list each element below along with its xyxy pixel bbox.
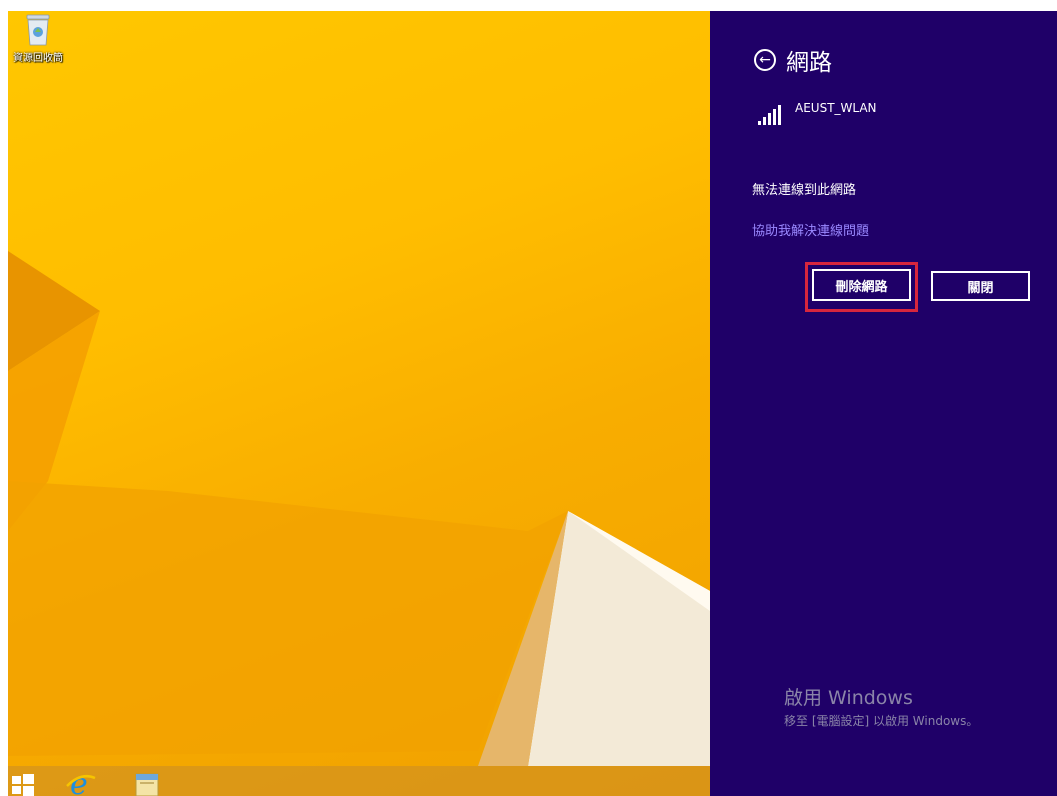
start-button[interactable] xyxy=(8,768,42,796)
charm-title: 網路 xyxy=(786,50,832,76)
wifi-signal-icon xyxy=(758,105,781,125)
ie-icon: e xyxy=(66,767,96,796)
wallpaper xyxy=(8,251,710,766)
internet-explorer-button[interactable]: e xyxy=(64,767,98,796)
watermark-title: 啟用 Windows xyxy=(784,687,913,709)
activation-watermark: 啟用 Windows 移至 [電腦設定] 以啟用 Windows。 xyxy=(784,683,978,729)
taskbar: e xyxy=(8,766,710,796)
close-button[interactable]: 關閉 xyxy=(931,271,1030,301)
desktop-icon-label: 資源回收筒 xyxy=(13,53,63,64)
charm-header: ← 網路 xyxy=(754,43,832,77)
network-name: AEUST_WLAN xyxy=(795,101,877,115)
desktop: 資源回收筒 e xyxy=(8,11,710,796)
desktop-icon-recycle-bin[interactable]: 資源回收筒 xyxy=(10,13,66,64)
back-arrow-icon[interactable]: ← xyxy=(754,49,776,71)
watermark-subtitle: 移至 [電腦設定] 以啟用 Windows。 xyxy=(784,714,979,728)
network-item[interactable]: AEUST_WLAN xyxy=(758,101,877,125)
folder-icon xyxy=(135,773,159,796)
windows-logo-icon xyxy=(12,774,34,796)
forget-network-button[interactable]: 刪除網路 xyxy=(812,269,911,301)
troubleshoot-link[interactable]: 協助我解決連線問題 xyxy=(752,220,869,239)
file-explorer-button[interactable] xyxy=(130,768,164,796)
recycle-bin-icon xyxy=(25,13,51,47)
connection-status: 無法連線到此網路 xyxy=(752,183,857,198)
network-charm-panel: ← 網路 AEUST_WLAN 無法連線到此網路 協助我解決連線問題 刪除網路 … xyxy=(710,11,1057,796)
